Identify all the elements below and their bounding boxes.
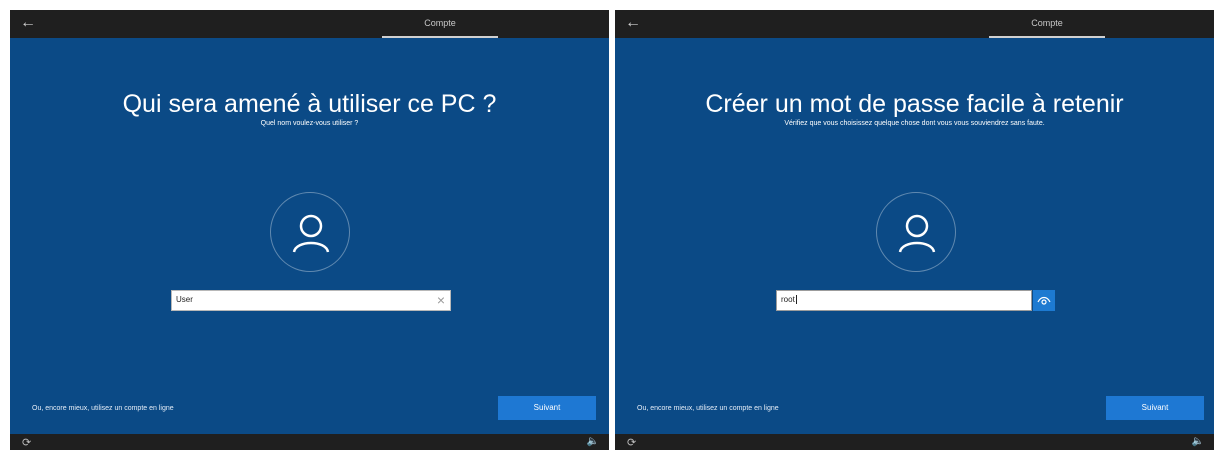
content-area: Qui sera amené à utiliser ce PC ? Quel n… xyxy=(10,38,609,434)
text-caret xyxy=(795,295,797,305)
tab-compte[interactable]: Compte xyxy=(382,18,498,28)
clear-x-icon[interactable]: × xyxy=(437,293,445,307)
top-bar: ← Compte xyxy=(10,10,609,38)
page-subtitle: Vérifiez que vous choisissez quelque cho… xyxy=(784,120,1045,127)
page-title: Créer un mot de passe facile à retenir xyxy=(705,90,1124,118)
back-arrow-icon[interactable]: ← xyxy=(20,14,36,32)
online-account-link[interactable]: Ou, encore mieux, utilisez un compte en … xyxy=(637,405,779,412)
top-bar: ← Compte xyxy=(615,10,1214,38)
tab-compte[interactable]: Compte xyxy=(989,18,1105,28)
volume-icon[interactable]: 🔈 xyxy=(587,436,599,447)
password-value: root xyxy=(781,295,797,305)
volume-icon[interactable]: 🔈 xyxy=(1192,436,1204,447)
person-icon xyxy=(898,214,936,253)
next-button[interactable]: Suivant xyxy=(498,396,596,420)
page-subtitle: Quel nom voulez-vous utiliser ? xyxy=(260,120,359,127)
reveal-password-button[interactable] xyxy=(1033,290,1055,311)
content-area: Créer un mot de passe facile à retenir V… xyxy=(615,38,1214,434)
username-value: User xyxy=(176,295,193,304)
bottom-bar: ⟳ 🔈 xyxy=(615,434,1214,450)
back-arrow-icon[interactable]: ← xyxy=(625,14,641,32)
password-input[interactable]: root xyxy=(776,290,1032,311)
page-title: Qui sera amené à utiliser ce PC ? xyxy=(122,90,497,118)
setup-screen-username: ← Compte Qui sera amené à utiliser ce PC… xyxy=(10,10,609,450)
avatar xyxy=(270,192,350,272)
avatar xyxy=(876,192,956,272)
ease-of-access-icon[interactable]: ⟳ xyxy=(22,436,31,449)
bottom-bar: ⟳ 🔈 xyxy=(10,434,609,450)
person-icon xyxy=(292,214,330,253)
ease-of-access-icon[interactable]: ⟳ xyxy=(627,436,636,449)
online-account-link[interactable]: Ou, encore mieux, utilisez un compte en … xyxy=(32,405,174,412)
next-button[interactable]: Suivant xyxy=(1106,396,1204,420)
eye-icon xyxy=(1037,296,1051,305)
username-input[interactable]: User × xyxy=(171,290,451,311)
setup-screen-password: ← Compte Créer un mot de passe facile à … xyxy=(615,10,1214,450)
